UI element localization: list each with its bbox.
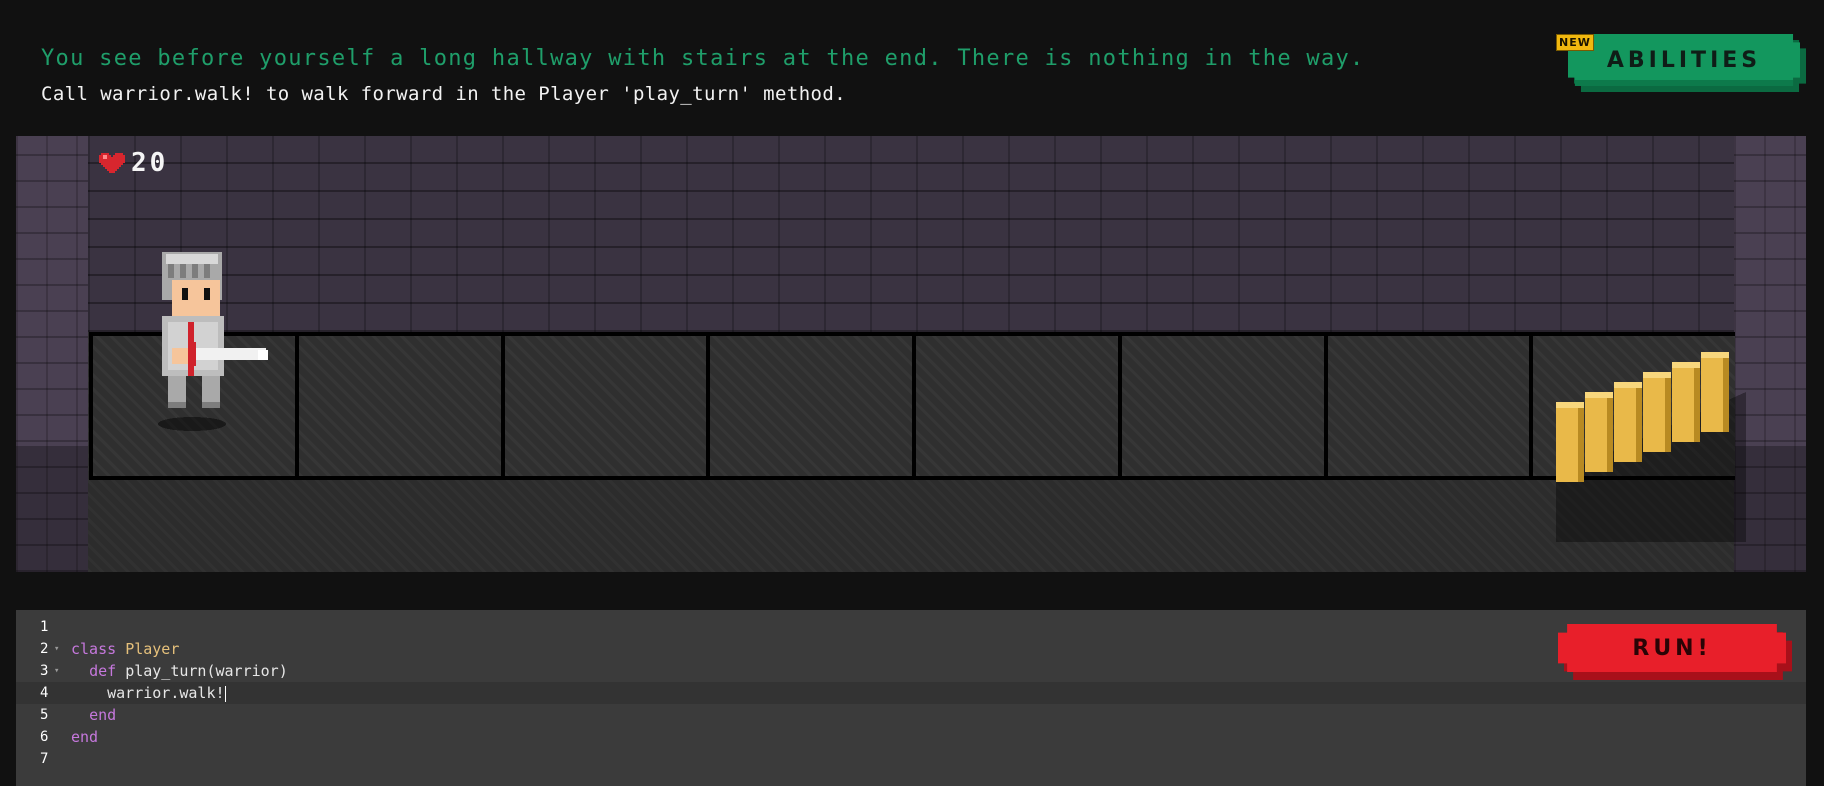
left-wall <box>16 136 88 572</box>
line-number: 1 <box>40 619 49 635</box>
back-wall <box>88 136 1734 332</box>
code-lines[interactable]: class Player def play_turn(warrior) warr… <box>16 616 1806 770</box>
code-token: end <box>89 706 117 724</box>
line-number: 6 <box>40 729 49 745</box>
level-description: You see before yourself a long hallway w… <box>41 46 1365 71</box>
floor-tile <box>1327 336 1534 476</box>
line-number: 5 <box>40 707 49 723</box>
code-token: play_turn(warrior) <box>125 662 288 680</box>
abilities-button-label: ABILITIES <box>1606 47 1762 73</box>
stairs-sprite <box>1556 352 1746 542</box>
health-display: 20 <box>99 148 168 178</box>
code-token: class <box>71 640 126 658</box>
level-tip: Call warrior.walk! to walk forward in th… <box>41 83 847 105</box>
line-number: 7 <box>40 751 49 767</box>
line-number-gutter: 1 2 ▾ 3 ▾ 4 5 6 7 <box>16 616 66 770</box>
run-button-label: RUN! <box>1632 635 1712 661</box>
new-badge: NEW <box>1556 34 1594 51</box>
code-line[interactable]: def play_turn(warrior) <box>16 660 1806 682</box>
code-token: end <box>71 728 99 746</box>
code-editor[interactable]: class Player def play_turn(warrior) warr… <box>16 610 1806 786</box>
line-number: 3 ▾ <box>16 660 66 682</box>
fold-arrow-icon[interactable]: ▾ <box>54 638 59 660</box>
floor-tile <box>1121 336 1328 476</box>
code-line[interactable]: warrior.walk! <box>16 682 1806 704</box>
game-scene: 20 <box>16 136 1806 572</box>
warrior-sprite <box>158 252 268 431</box>
code-token: warrior.walk! <box>71 684 225 702</box>
line-number: 2 ▾ <box>16 638 66 660</box>
code-line[interactable]: end <box>16 726 1806 748</box>
floor-tile <box>504 336 711 476</box>
code-token: Player <box>125 640 180 658</box>
heart-icon <box>99 153 125 173</box>
text-cursor <box>224 685 226 702</box>
line-number: 4 <box>40 685 49 701</box>
code-line[interactable] <box>16 616 1806 638</box>
floor-tile <box>916 336 1122 476</box>
floor-tile <box>710 336 916 476</box>
floor-tile <box>298 336 505 476</box>
floor-tiles <box>89 332 1735 480</box>
code-line[interactable] <box>16 748 1806 770</box>
run-button[interactable]: RUN! <box>1558 624 1792 680</box>
code-line[interactable]: end <box>16 704 1806 726</box>
health-value: 20 <box>131 148 169 178</box>
code-token: def <box>89 662 126 680</box>
code-line[interactable]: class Player <box>16 638 1806 660</box>
abilities-button[interactable]: ABILITIES <box>1568 34 1806 92</box>
fold-arrow-icon[interactable]: ▾ <box>54 660 59 682</box>
